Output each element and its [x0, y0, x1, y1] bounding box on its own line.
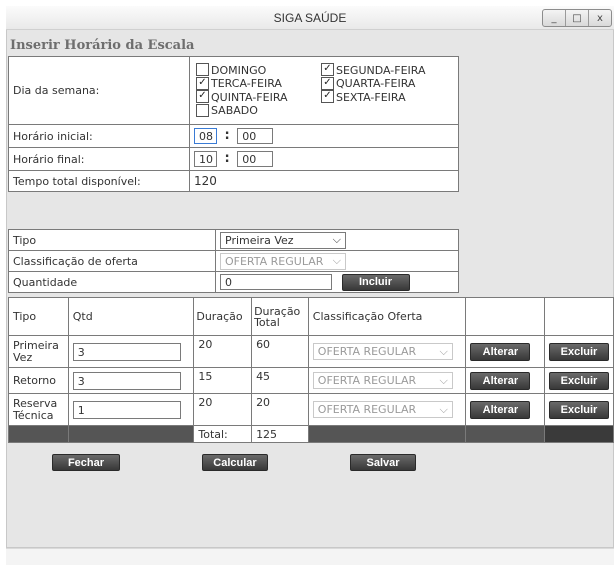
row-classification-select[interactable]: OFERTA REGULAR ⌵ [312, 372, 453, 389]
day-item-domingo[interactable]: DOMINGO [196, 63, 321, 78]
day-checkboxes: DOMINGO ✓ SEGUNDA-FEIRA ✓ TERCA-FEIRA ✓ QUA… [189, 56, 459, 125]
day-label: Dia da semana: [8, 56, 190, 125]
day-row: Dia da semana: DOMINGO ✓ SEGUNDA-FEIRA ✓ T… [8, 56, 459, 125]
quantity-row: Quantidade 0 Incluir [8, 271, 459, 293]
header-cell: Tipo [8, 297, 69, 336]
header-row: Tipo Qtd Duração Duração Total Classific… [8, 297, 614, 336]
end-hour-input[interactable]: 10 [194, 151, 217, 167]
time-separator: : [224, 151, 230, 166]
footer-row: Total: 125 [8, 425, 614, 443]
checkbox-sabado[interactable] [196, 103, 209, 117]
classification-select[interactable]: OFERTA REGULAR ⌵ [220, 252, 346, 270]
close-window-button[interactable]: x [589, 10, 611, 26]
row-total-duration: 20 [251, 393, 309, 426]
footer-total-label: Total: [193, 425, 253, 443]
row-qty-input[interactable]: 3 [72, 371, 181, 390]
header-cell: Duração Total [251, 297, 309, 336]
type-label: Tipo [8, 229, 216, 251]
minimize-button[interactable]: _ [543, 10, 566, 26]
delete-button[interactable]: Excluir [549, 342, 609, 361]
row-classification-select[interactable]: OFERTA REGULAR ⌵ [312, 343, 453, 360]
chevron-down-icon: ⌵ [332, 254, 341, 267]
row-classification-select[interactable]: OFERTA REGULAR ⌵ [312, 401, 453, 418]
total-row: Tempo total disponível: 120 [8, 170, 459, 192]
day-item-terca[interactable]: ✓ TERCA-FEIRA [196, 76, 321, 91]
chevron-down-icon: ⌵ [439, 373, 448, 387]
include-button[interactable]: Incluir [341, 273, 410, 291]
calculate-button[interactable]: Calcular [202, 454, 268, 471]
header-cell: Classificação Oferta [307, 297, 467, 336]
classification-row: Classificação de oferta OFERTA REGULAR ⌵ [8, 250, 459, 272]
row-qty-input[interactable]: 3 [72, 342, 181, 361]
window-controls: _ □ x [542, 9, 612, 27]
type-select[interactable]: Primeira Vez ⌵ [220, 231, 346, 249]
items-table: Tipo Qtd Duração Duração Total Classific… [8, 297, 614, 443]
row-duration: 20 [193, 335, 253, 368]
time-separator: : [224, 128, 230, 143]
start-minute-input[interactable]: 00 [237, 128, 274, 144]
row-duration: 20 [193, 393, 253, 426]
table-row: Retorno 3 15 45 OFERTA REGULAR ⌵ Alterar … [8, 367, 614, 394]
row-total-duration: 45 [251, 367, 309, 394]
checkbox-quarta[interactable]: ✓ [321, 76, 334, 90]
day-item-sabado[interactable]: SABADO [196, 103, 258, 118]
checkbox-quinta[interactable]: ✓ [196, 90, 209, 103]
start-row: Horário inicial: 08 : 00 [8, 124, 459, 148]
delete-button[interactable]: Excluir [549, 371, 609, 390]
total-time-value: 120 [189, 170, 459, 192]
alter-button[interactable]: Alterar [470, 371, 531, 390]
type-row: Tipo Primeira Vez ⌵ [8, 229, 459, 251]
row-type: Primeira Vez [8, 335, 69, 368]
window-title: SIGA SAÚDE [273, 11, 347, 25]
table-row: Reserva Técnica 1 20 20 OFERTA REGULAR ⌵ … [8, 393, 614, 426]
maximize-button[interactable]: □ [566, 10, 589, 26]
save-button[interactable]: Salvar [350, 454, 416, 471]
day-item-quarta[interactable]: ✓ QUARTA-FEIRA [321, 76, 415, 91]
start-hour-input[interactable]: 08 [194, 128, 217, 144]
checkbox-segunda[interactable]: ✓ [321, 63, 334, 76]
total-time-label: Tempo total disponível: [8, 170, 190, 192]
alter-button[interactable]: Alterar [470, 342, 531, 361]
form-heading: Inserir Horário da Escala [10, 38, 195, 53]
row-type: Retorno [8, 367, 69, 394]
end-minute-input[interactable]: 00 [237, 151, 274, 167]
alter-button[interactable]: Alterar [470, 400, 531, 419]
header-cell: Duração [193, 297, 253, 336]
close-button[interactable]: Fechar [52, 454, 120, 471]
day-item-quinta[interactable]: ✓ QUINTA-FEIRA [196, 90, 321, 105]
checkbox-sexta[interactable]: ✓ [321, 90, 334, 103]
header-cell: Qtd [67, 297, 195, 336]
chevron-down-icon: ⌵ [439, 402, 448, 416]
status-bar [6, 548, 614, 565]
schedule-table: Dia da semana: DOMINGO ✓ SEGUNDA-FEIRA ✓ T… [8, 56, 459, 192]
quantity-input[interactable]: 0 [220, 274, 332, 290]
chevron-down-icon: ⌵ [439, 344, 448, 358]
checkbox-domingo[interactable] [196, 63, 209, 76]
day-item-segunda[interactable]: ✓ SEGUNDA-FEIRA [321, 63, 426, 78]
chevron-down-icon: ⌵ [332, 233, 341, 246]
classification-label: Classificação de oferta [8, 250, 216, 272]
footer-total-value: 125 [251, 425, 309, 443]
delete-button[interactable]: Excluir [549, 400, 609, 419]
quantity-label: Quantidade [8, 271, 216, 293]
end-row: Horário final: 10 : 00 [8, 147, 459, 171]
end-label: Horário final: [8, 147, 190, 171]
start-label: Horário inicial: [8, 124, 190, 148]
row-qty-input[interactable]: 1 [72, 400, 181, 419]
table-row: Primeira Vez 3 20 60 OFERTA REGULAR ⌵ Alt… [8, 335, 614, 368]
entry-table: Tipo Primeira Vez ⌵ Classificação de ofer… [8, 229, 459, 293]
checkbox-terca[interactable]: ✓ [196, 76, 209, 90]
row-total-duration: 60 [251, 335, 309, 368]
row-type: Reserva Técnica [8, 393, 69, 426]
day-item-sexta[interactable]: ✓ SEXTA-FEIRA [321, 90, 406, 105]
row-duration: 15 [193, 367, 253, 394]
